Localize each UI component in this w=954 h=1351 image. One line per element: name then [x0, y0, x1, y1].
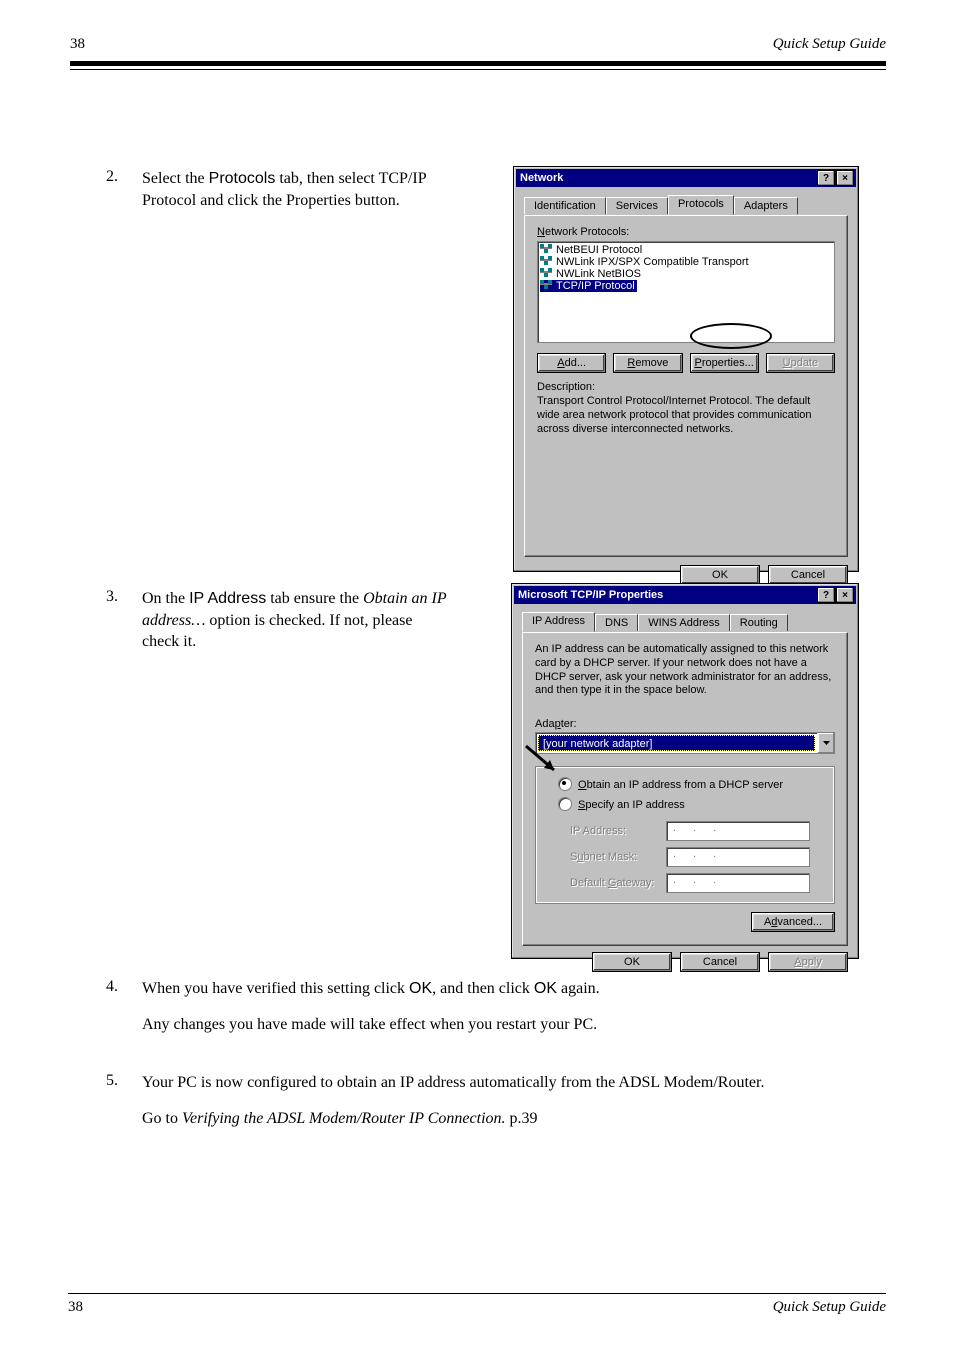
tabs-row: IP AddressDNSWINS AddressRouting [522, 612, 848, 632]
text: , and then click [432, 980, 534, 997]
text-bold: IP Address [189, 590, 266, 607]
ok-button[interactable]: OK [592, 952, 672, 972]
window-title: Network [520, 172, 563, 184]
text: Go to [142, 1110, 182, 1127]
subnet-mask-label: Subnet Mask: [570, 851, 666, 863]
header-sub-rule [70, 69, 886, 70]
ip-address-label: IP Address: [570, 825, 666, 837]
text: tab ensure the [266, 590, 363, 607]
step-5-number: 5. [106, 1072, 118, 1090]
ip-address-input: ... [666, 821, 810, 841]
text-bold: OK [409, 980, 432, 997]
network-protocols-label: Network Protocols: [537, 226, 835, 238]
step-5-text: Your PC is now configured to obtain an I… [142, 1072, 860, 1129]
network-dialog: Network ? × IdentificationServicesProtoc… [513, 166, 859, 572]
step-3-text: On the IP Address tab ensure the Obtain … [142, 588, 452, 653]
help-icon[interactable]: ? [817, 587, 835, 603]
tcpip-properties-dialog: Microsoft TCP/IP Properties ? × IP Addre… [511, 583, 859, 959]
tab-identification[interactable]: Identification [524, 197, 606, 214]
list-item[interactable]: NetBEUI Protocol [540, 244, 832, 256]
remove-button[interactable]: Remove [613, 353, 682, 373]
text-bold: Protocols [209, 170, 276, 187]
list-item[interactable]: NWLink IPX/SPX Compatible Transport [540, 256, 832, 268]
tab-services[interactable]: Services [606, 197, 668, 214]
tab-routing[interactable]: Routing [730, 614, 788, 631]
subnet-mask-input: ... [666, 847, 810, 867]
text: Your PC is now configured to obtain an I… [142, 1074, 764, 1091]
titlebar: Microsoft TCP/IP Properties ? × [514, 586, 856, 604]
ip-blurb: An IP address can be automatically assig… [535, 643, 835, 698]
radio-obtain-ip[interactable]: Obtain an IP address from a DHCP server [558, 777, 826, 791]
titlebar: Network ? × [516, 169, 856, 187]
list-item-label: NetBEUI Protocol [556, 244, 642, 256]
window-title: Microsoft TCP/IP Properties [518, 589, 663, 601]
text: When you have verified this setting clic… [142, 980, 409, 997]
help-icon[interactable]: ? [817, 170, 835, 186]
page-header-number: 38 [70, 36, 85, 53]
list-item[interactable]: TCP/IP Protocol [540, 280, 637, 292]
step-4-text: When you have verified this setting clic… [142, 978, 842, 1035]
protocol-icon [540, 256, 553, 267]
text: On the [142, 590, 189, 607]
tab-ip-address[interactable]: IP Address [522, 612, 595, 632]
cancel-button[interactable]: Cancel [768, 565, 848, 585]
radio-specify-ip[interactable]: Specify an IP address [558, 797, 826, 811]
cancel-button[interactable]: Cancel [680, 952, 760, 972]
adapter-combo[interactable]: [your network adapter] [535, 732, 835, 754]
chevron-down-icon[interactable] [817, 733, 834, 753]
tabs-row: IdentificationServicesProtocolsAdaptersB… [524, 195, 848, 215]
header-rule [70, 61, 886, 66]
text: p.39 [506, 1110, 538, 1127]
properties-button[interactable]: Properties... [690, 353, 759, 373]
step-4-number: 4. [106, 978, 118, 996]
default-gateway-input: ... [666, 873, 810, 893]
default-gateway-label: Default Gateway: [570, 877, 666, 889]
update-button: Update [766, 353, 835, 373]
description-text: Transport Control Protocol/Internet Prot… [537, 395, 835, 436]
footer-rule [68, 1293, 886, 1294]
ok-button[interactable]: OK [680, 565, 760, 585]
list-item-label: NWLink IPX/SPX Compatible Transport [556, 256, 749, 268]
description-label: Description: [537, 381, 835, 393]
add-button[interactable]: Add... [537, 353, 606, 373]
step-2-number: 2. [106, 168, 118, 186]
protocol-listbox[interactable]: NetBEUI Protocol NWLink IPX/SPX Compatib… [537, 241, 835, 343]
step-3-number: 3. [106, 588, 118, 606]
callout-arrow-icon [524, 744, 564, 784]
step-2-text: Select the Protocols tab, then select TC… [142, 168, 452, 211]
close-icon[interactable]: × [836, 587, 854, 603]
adapter-label: Adapter: [535, 718, 835, 730]
tab-dns[interactable]: DNS [595, 614, 638, 631]
radio-icon [558, 797, 572, 811]
list-item-label: TCP/IP Protocol [556, 280, 635, 292]
text: Select the [142, 170, 209, 187]
tab-protocols[interactable]: Protocols [668, 195, 734, 215]
text: again. [557, 980, 600, 997]
text: Any changes you have made will take effe… [142, 1016, 597, 1033]
adapter-selected-value: [your network adapter] [538, 735, 815, 751]
protocol-icon [540, 268, 553, 279]
tab-wins-address[interactable]: WINS Address [638, 614, 730, 631]
page-header-title: Quick Setup Guide [773, 36, 886, 53]
apply-button: Apply [768, 952, 848, 972]
list-item-label: NWLink NetBIOS [556, 268, 641, 280]
close-icon[interactable]: × [836, 170, 854, 186]
list-item[interactable]: NWLink NetBIOS [540, 268, 832, 280]
protocol-icon [540, 280, 553, 291]
protocol-icon [540, 244, 553, 255]
text-italic: Verifying the ADSL Modem/Router IP Conne… [182, 1110, 506, 1127]
page-footer-title: Quick Setup Guide [773, 1299, 886, 1316]
text-bold: OK [534, 980, 557, 997]
advanced-button[interactable]: Advanced... [751, 912, 835, 932]
page-footer-number: 38 [68, 1299, 83, 1316]
tab-adapters[interactable]: Adapters [734, 197, 798, 214]
